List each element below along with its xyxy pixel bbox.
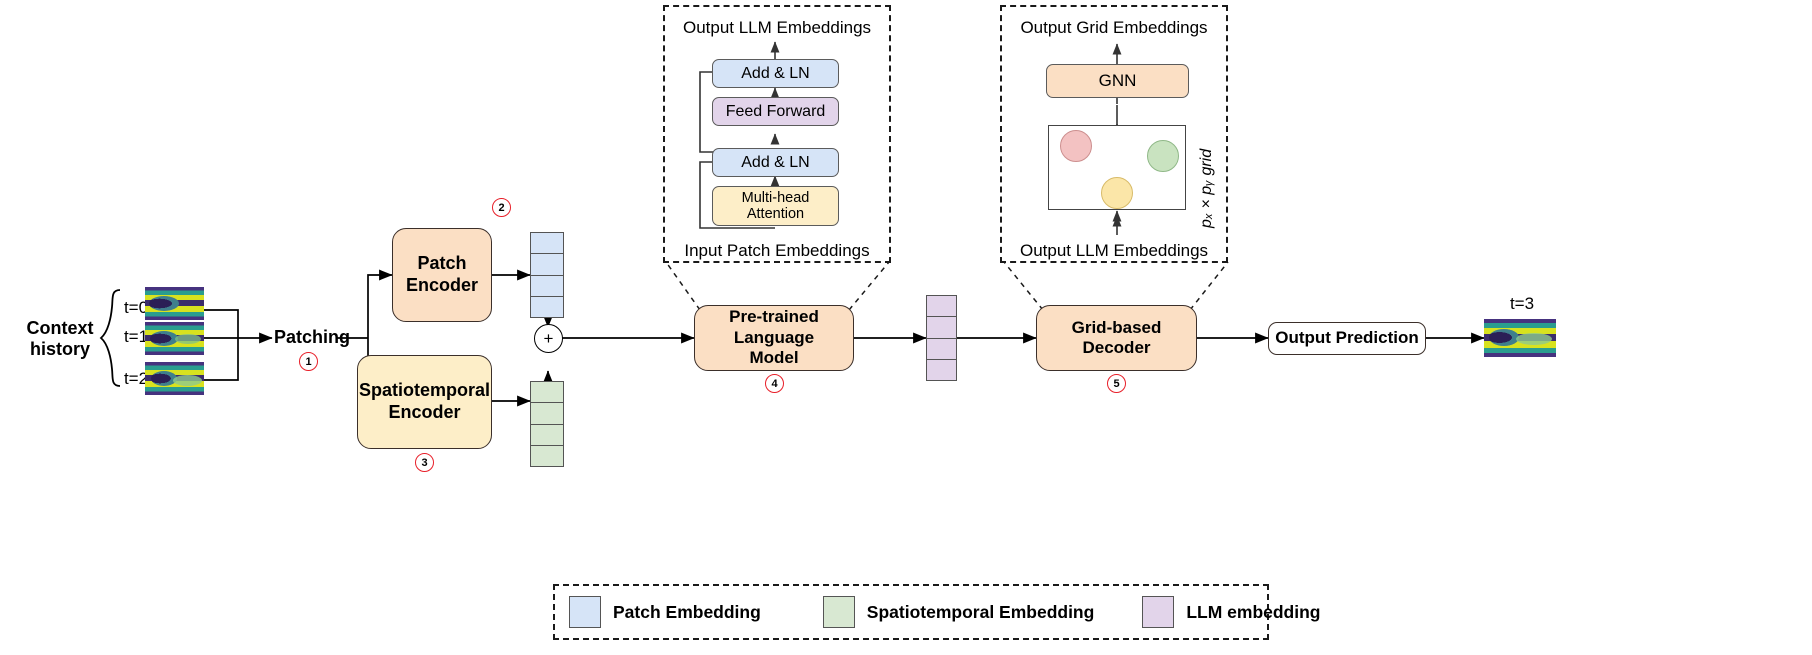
transformer-add-ln-1[interactable]: Add & LN [712, 148, 839, 177]
legend-item-patch-embedding: Patch Embedding [569, 596, 761, 628]
context-frame-1 [145, 322, 204, 355]
context-frame-0-core [149, 296, 179, 311]
spatiotemporal-token-1 [531, 403, 563, 425]
legend-swatch-patch-embedding [569, 596, 601, 628]
context-frame-0 [145, 287, 204, 320]
llm-token-2 [927, 338, 956, 360]
output-frame [1484, 319, 1556, 357]
sum-operator: + [534, 324, 563, 353]
spatiotemporal-encoder-badge: 3 [415, 453, 434, 472]
decoder-top-label: Output Grid Embeddings [1020, 18, 1208, 37]
spatiotemporal-embedding-stack [530, 381, 564, 467]
legend-label-spatiotemporal-embedding: Spatiotemporal Embedding [866, 601, 1095, 622]
language-model-badge: 4 [765, 374, 784, 393]
transformer-top-label: Output LLM Embeddings [682, 18, 872, 37]
context-history-line1: Context [26, 318, 94, 338]
context-frame-2 [145, 362, 204, 395]
output-prediction-box[interactable]: Output Prediction [1268, 322, 1426, 355]
patch-token-0 [531, 233, 563, 255]
grid-decoder-label: Grid-based Decoder [1071, 317, 1162, 357]
patch-embedding-stack [530, 232, 564, 318]
spatiotemporal-token-3 [531, 445, 563, 466]
grid-dimension-text: pₓ × pᵧ grid [1198, 148, 1215, 228]
architecture-diagram: Context history t=0 t=1 t=2 Patching 1 2… [0, 0, 1812, 655]
llm-token-3 [927, 359, 956, 380]
transformer-multihead-attention-label: Multi-head Attention [741, 189, 810, 222]
legend-item-spatiotemporal-embedding: Spatiotemporal Embedding [822, 596, 1095, 628]
output-prediction-label: Output Prediction [1275, 328, 1419, 348]
transformer-multihead-attention[interactable]: Multi-head Attention [712, 186, 839, 226]
context-frame-1-wake [175, 334, 201, 344]
context-frame-2-wake [173, 375, 202, 386]
legend-label-patch-embedding: Patch Embedding [613, 601, 761, 622]
llm-token-1 [927, 317, 956, 339]
output-frame-core [1489, 329, 1519, 346]
spatiotemporal-token-0 [531, 382, 563, 404]
transformer-feed-forward[interactable]: Feed Forward [712, 97, 839, 126]
output-frame-time-label: t=3 [1509, 294, 1535, 313]
gnn-label: GNN [1098, 71, 1137, 91]
spatiotemporal-encoder-label: Spatiotemporal Encoder [358, 380, 491, 422]
legend-swatch-spatiotemporal-embedding [822, 596, 855, 628]
patch-token-1 [531, 254, 563, 276]
transformer-add-ln-1-label: Add & LN [741, 153, 810, 171]
transformer-bottom-label: Input Patch Embeddings [684, 241, 870, 260]
transformer-feed-forward-label: Feed Forward [725, 102, 826, 120]
context-history-line2: history [29, 339, 90, 360]
llm-embedding-stack [926, 295, 957, 381]
patching-badge: 1 [299, 352, 318, 371]
legend-label-llm-embedding: LLM embedding [1186, 601, 1321, 622]
spatiotemporal-token-2 [531, 424, 563, 446]
transformer-add-ln-2[interactable]: Add & LN [712, 59, 839, 88]
patch-encoder-box[interactable]: Patch Encoder [392, 228, 492, 322]
patch-encoder-badge: 2 [492, 198, 511, 217]
graph-node-yellow [1101, 177, 1133, 209]
graph-node-red [1060, 130, 1092, 162]
context-history-label: Context history [10, 318, 110, 360]
sum-operator-glyph: + [543, 329, 554, 348]
context-frame-1-core [150, 331, 178, 346]
legend-swatch-llm-embedding [1142, 596, 1175, 628]
graph-node-green [1147, 140, 1179, 172]
language-model-box[interactable]: Pre-trained Language Model [694, 305, 854, 371]
legend-item-llm-embedding: LLM embedding [1142, 596, 1320, 628]
output-frame-wake [1516, 333, 1552, 345]
gnn-box[interactable]: GNN [1046, 64, 1189, 98]
transformer-add-ln-2-label: Add & LN [741, 64, 810, 82]
legend-items: Patch Embedding Spatiotemporal Embedding… [569, 592, 1320, 632]
patch-encoder-label: Patch Encoder [405, 253, 479, 295]
language-model-label: Pre-trained Language Model [729, 307, 819, 368]
patch-token-3 [531, 296, 563, 317]
llm-token-0 [927, 296, 956, 318]
grid-decoder-box[interactable]: Grid-based Decoder [1036, 305, 1197, 371]
decoder-bottom-label: Output LLM Embeddings [1019, 241, 1209, 260]
grid-decoder-badge: 5 [1107, 374, 1126, 393]
spatiotemporal-encoder-box[interactable]: Spatiotemporal Encoder [357, 355, 492, 449]
grid-dimension-label: pₓ × pᵧ grid [1198, 149, 1216, 228]
patch-token-2 [531, 275, 563, 297]
patching-label: Patching [274, 327, 351, 347]
